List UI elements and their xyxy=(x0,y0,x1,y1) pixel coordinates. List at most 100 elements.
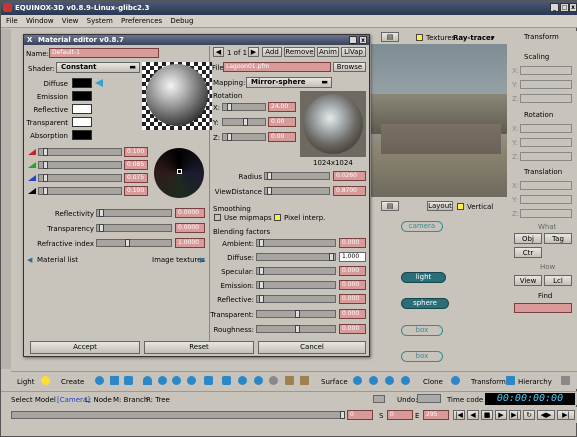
blend-reflective-slider[interactable] xyxy=(256,295,336,303)
intensity-slider[interactable] xyxy=(38,187,122,195)
tag-toggle[interactable]: Tag xyxy=(544,233,572,244)
surface-tool-icon-1[interactable] xyxy=(353,376,362,385)
absorption-swatch[interactable] xyxy=(72,130,92,140)
create-text-icon[interactable] xyxy=(285,376,294,385)
transform-menu[interactable]: Transform xyxy=(471,378,506,386)
blend-roughness-slider[interactable] xyxy=(256,325,336,333)
transparency-value[interactable]: 0.0000 xyxy=(175,223,205,233)
blend-transparent-value[interactable]: 0.000 xyxy=(339,309,366,319)
dialog-minimize-button[interactable]: _ xyxy=(349,36,357,44)
browse-button[interactable]: Browse xyxy=(333,62,366,72)
menu-view[interactable]: View xyxy=(62,17,79,25)
layout-button[interactable]: Layout xyxy=(427,201,453,211)
menu-file[interactable]: File xyxy=(6,17,18,25)
schematic-node-light[interactable]: light xyxy=(401,272,446,283)
viewport-menu-button[interactable]: ▤ xyxy=(381,32,399,42)
material-name-input[interactable]: Default-1 xyxy=(49,48,159,58)
find-input[interactable] xyxy=(514,303,572,313)
menu-debug[interactable]: Debug xyxy=(170,17,193,25)
rot-z-slider[interactable] xyxy=(222,133,266,141)
reflective-swatch[interactable] xyxy=(72,104,92,114)
create-sphere-icon[interactable] xyxy=(95,376,104,385)
transparency-slider[interactable] xyxy=(96,224,172,232)
rotation-y-field[interactable] xyxy=(520,138,572,147)
surface-tool-icon-2[interactable] xyxy=(369,376,378,385)
maximize-button[interactable]: □ xyxy=(560,3,569,12)
prev-texture-button[interactable]: ◀ xyxy=(213,47,224,57)
blend-reflective-value[interactable]: 0.000 xyxy=(339,294,366,304)
green-slider[interactable] xyxy=(38,161,122,169)
add-texture-button[interactable]: Add xyxy=(262,47,282,57)
next-frame-button[interactable]: ▶| xyxy=(509,410,521,420)
rot-y-value[interactable]: 0.00 xyxy=(268,117,296,127)
menu-system[interactable]: System xyxy=(87,17,113,25)
create-face-icon[interactable] xyxy=(300,376,309,385)
accept-button[interactable]: Accept xyxy=(30,341,140,354)
blend-roughness-value[interactable]: 0.000 xyxy=(339,324,366,334)
vertical-toggle[interactable] xyxy=(457,203,464,210)
blend-specular-slider[interactable] xyxy=(256,267,336,275)
light-bulb-icon[interactable] xyxy=(41,376,50,385)
ctr-toggle[interactable]: Ctr xyxy=(514,247,542,258)
menu-window[interactable]: Window xyxy=(26,17,54,25)
next-texture-button[interactable]: ▶ xyxy=(248,47,259,57)
material-list-link[interactable]: Material list xyxy=(37,256,78,264)
schematic-node-camera[interactable]: camera xyxy=(401,221,443,232)
create-ring-icon[interactable] xyxy=(254,376,263,385)
red-value[interactable]: 0.100 xyxy=(124,147,148,157)
textures-toggle[interactable] xyxy=(416,34,423,41)
end-frame-field[interactable]: 295 xyxy=(423,410,449,420)
schematic-node-box-2[interactable]: box xyxy=(401,351,443,362)
clone-menu[interactable]: Clone xyxy=(423,378,443,386)
surface-menu[interactable]: Surface xyxy=(321,378,348,386)
create-torus-icon[interactable] xyxy=(158,376,167,385)
light-menu[interactable]: Light xyxy=(17,378,34,386)
blend-ambient-value[interactable]: 0.000 xyxy=(339,238,366,248)
create-disc-icon[interactable] xyxy=(172,376,181,385)
refractive-index-value[interactable]: 1.0000 xyxy=(175,238,205,248)
rot-y-slider[interactable] xyxy=(222,118,266,126)
current-frame-field[interactable]: 0 xyxy=(347,410,373,420)
hierarchy-icon[interactable] xyxy=(561,376,570,385)
color-wheel[interactable] xyxy=(154,148,204,198)
rotation-z-field[interactable] xyxy=(520,152,572,161)
anim-button[interactable]: Anim xyxy=(317,47,339,57)
surface-tool-icon-3[interactable] xyxy=(385,376,394,385)
create-tube-icon[interactable] xyxy=(222,376,231,385)
blend-specular-value[interactable]: 0.000 xyxy=(339,266,366,276)
create-box-icon[interactable] xyxy=(124,376,133,385)
intensity-value[interactable]: 0.100 xyxy=(124,186,148,196)
rot-x-slider[interactable] xyxy=(222,103,266,111)
scaling-x-field[interactable] xyxy=(520,66,572,75)
rot-x-value[interactable]: 24.00 xyxy=(268,102,296,112)
dialog-close-button[interactable]: x xyxy=(359,36,367,44)
close-button[interactable]: x xyxy=(569,3,577,12)
reflectivity-value[interactable]: 0.0000 xyxy=(175,208,205,218)
blue-slider[interactable] xyxy=(38,174,122,182)
schematic-node-box[interactable]: box xyxy=(401,325,443,336)
refractive-index-slider[interactable] xyxy=(96,239,172,247)
schematic-menu-button[interactable]: ▤ xyxy=(381,201,399,211)
minimize-button[interactable]: _ xyxy=(550,3,559,12)
create-menu[interactable]: Create xyxy=(61,378,84,386)
renderer-select[interactable]: Ray-tracer xyxy=(453,34,494,42)
blend-ambient-slider[interactable] xyxy=(256,239,336,247)
create-cylinder-icon[interactable] xyxy=(204,376,213,385)
viewdistance-value[interactable]: 0.8700 xyxy=(333,186,366,196)
prev-frame-button[interactable]: ◀ xyxy=(467,410,479,420)
blend-diffuse-value[interactable]: 1.000 xyxy=(339,252,366,262)
scaling-z-field[interactable] xyxy=(520,94,572,103)
view-toggle[interactable]: View xyxy=(514,275,542,286)
pixel-interp-checkbox[interactable] xyxy=(274,214,281,221)
cancel-button[interactable]: Cancel xyxy=(258,341,366,354)
stop-button[interactable]: ■ xyxy=(481,410,493,420)
diffuse-swatch[interactable] xyxy=(72,78,92,88)
create-cone-icon[interactable] xyxy=(143,376,152,385)
step-back-button[interactable]: ◀▶ xyxy=(537,410,555,420)
radius-slider[interactable] xyxy=(264,172,330,180)
reset-button[interactable]: Reset xyxy=(144,341,254,354)
use-mipmaps-checkbox[interactable] xyxy=(214,214,221,221)
rot-z-value[interactable]: 0.00 xyxy=(268,132,296,142)
play-button[interactable]: ▶ xyxy=(495,410,507,420)
obj-toggle[interactable]: Obj xyxy=(514,233,542,244)
